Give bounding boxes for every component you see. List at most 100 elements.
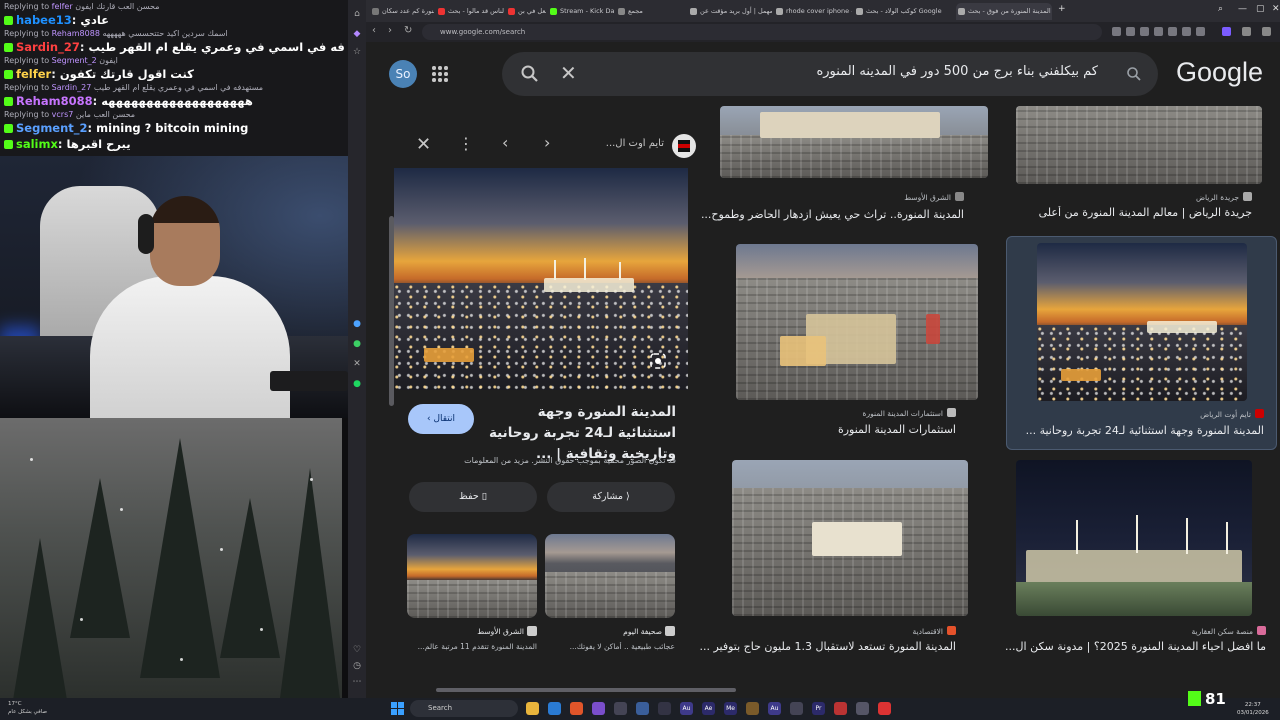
browser-tab[interactable]: كوكب الولاد - بحث Google [854, 3, 954, 20]
chat-username[interactable]: habee13 [16, 13, 72, 27]
lens-icon[interactable] [649, 352, 667, 370]
related-image[interactable] [545, 534, 675, 618]
result-card-selected[interactable]: تايم أوت الرياض المدينة المنورة وجهة است… [1006, 236, 1277, 450]
search-icon[interactable] [520, 64, 540, 84]
sidebar-heart-icon[interactable]: ♡ [351, 644, 363, 656]
chevron-left-icon[interactable]: ‹ [502, 133, 508, 152]
minimize-icon[interactable]: — [1238, 4, 1247, 14]
related-image-card[interactable]: صحيفة اليوم عجائب طبيعية .. أماكن لا يفو… [545, 534, 675, 654]
app-icon[interactable] [636, 702, 649, 715]
sidebar-whatsapp-icon[interactable]: ● [351, 338, 363, 350]
account-avatar[interactable]: So [389, 60, 417, 88]
search-icon[interactable] [1126, 66, 1142, 82]
result-card[interactable]: الشرق الأوسط المدينة المنورة.. تراث حي ي… [701, 100, 994, 230]
media-encoder-icon[interactable]: Me [724, 702, 737, 715]
vscode-icon[interactable] [548, 702, 561, 715]
horizontal-scrollbar[interactable] [436, 688, 736, 692]
chevron-right-icon[interactable]: › [544, 133, 550, 152]
related-image-card[interactable]: الشرق الأوسط المدينة المنورة تتقدم 11 مر… [407, 534, 537, 654]
visual-studio-icon[interactable] [592, 702, 605, 715]
extension-icon[interactable] [1196, 27, 1205, 36]
result-source[interactable]: استثمارات المدينة المنورة [863, 408, 956, 418]
extension-icon[interactable] [1168, 27, 1177, 36]
apps-grid-icon[interactable] [432, 66, 448, 82]
result-image[interactable] [732, 460, 968, 616]
weather-widget[interactable]: 17°C صافي بشكل عام [8, 700, 47, 716]
close-window-icon[interactable]: ✕ [1272, 4, 1280, 14]
preview-image[interactable] [394, 168, 688, 390]
result-caption[interactable]: ما افضل احياء المدينة المنورة 2025؟ | مد… [1006, 640, 1266, 653]
search-bar[interactable]: ✕ كم بيكلفني بناء برج من 500 دور في المد… [502, 52, 1158, 96]
sidebar-history-icon[interactable]: ◷ [351, 660, 363, 672]
chat-username[interactable]: salimx [16, 137, 58, 151]
result-card[interactable]: منصة سكن العقارية ما افضل احياء المدينة … [1006, 458, 1278, 664]
result-image[interactable] [1037, 243, 1247, 401]
related-caption[interactable]: عجائب طبيعية .. أماكن لا يفوتك... [545, 642, 675, 651]
share-button[interactable]: ⟨ مشاركة [547, 482, 675, 512]
app-icon[interactable] [746, 702, 759, 715]
browser-tab[interactable]: مهمل | أول بريد مؤقت عن [688, 3, 772, 20]
url-field[interactable]: www.google.com/search [422, 24, 1102, 40]
sidebar-more-icon[interactable]: ⋯ [351, 676, 363, 688]
audition-icon[interactable]: Au [768, 702, 781, 715]
back-icon[interactable]: ‹ [372, 25, 376, 36]
browser-tab[interactable]: rhode cover iphone - بحث [774, 3, 852, 20]
browser-tab[interactable]: مجمع [616, 3, 686, 20]
app-icon[interactable] [856, 702, 869, 715]
profile-icon[interactable] [1242, 27, 1251, 36]
forward-icon[interactable]: › [388, 25, 392, 36]
visit-button[interactable]: ‹ انتقال [408, 404, 474, 434]
result-source[interactable]: الاقتصادية [913, 626, 956, 636]
audition-icon[interactable]: Au [680, 702, 693, 715]
extension-icon[interactable] [1222, 27, 1231, 36]
app-icon[interactable] [790, 702, 803, 715]
result-image[interactable] [736, 244, 978, 400]
google-logo[interactable]: Google [1176, 57, 1263, 88]
taskbar-clock[interactable]: 22:37 03/01/2026 [1237, 701, 1269, 717]
result-caption[interactable]: المدينة المنورة وجهة استثنائية لـ24 تجرب… [1014, 424, 1264, 437]
brave-icon[interactable] [570, 702, 583, 715]
browser-tab[interactable]: السعودية تبدأ بالفعل في بن [506, 3, 546, 20]
result-caption[interactable]: المدينة المنورة تستعد لاستقبال 1.3 مليون… [686, 640, 956, 653]
preview-scrollbar[interactable] [389, 216, 394, 406]
reload-icon[interactable]: ↻ [404, 25, 412, 36]
taskbar-search[interactable]: Search [410, 700, 518, 717]
app-icon[interactable] [614, 702, 627, 715]
result-image[interactable] [1016, 106, 1262, 184]
app-icon[interactable] [878, 702, 891, 715]
result-caption[interactable]: استثمارات المدينة المنورة [726, 423, 956, 436]
result-source[interactable]: تايم أوت الرياض [1200, 409, 1264, 419]
extension-icon[interactable] [1112, 27, 1121, 36]
opera-icon[interactable] [834, 702, 847, 715]
sidebar-extension-icon[interactable]: ◆ [351, 28, 363, 40]
chat-username[interactable]: Segment_2 [16, 121, 88, 135]
browser-tab[interactable]: المدينة المنورة كم عدد سكان... [370, 3, 434, 20]
menu-icon[interactable] [1262, 27, 1271, 36]
chat-username[interactable]: felfer [16, 67, 51, 81]
extension-icon[interactable] [1126, 27, 1135, 36]
chat-username[interactable]: Reham8088 [16, 94, 93, 108]
premiere-icon[interactable]: Pr [812, 702, 825, 715]
clear-search-icon[interactable]: ✕ [560, 63, 577, 83]
app-icon[interactable] [658, 702, 671, 715]
result-card[interactable]: استثمارات المدينة المنورة استثمارات المد… [718, 240, 994, 448]
extension-icon[interactable] [1140, 27, 1149, 36]
extension-icon[interactable] [1154, 27, 1163, 36]
result-caption[interactable]: المدينة المنورة.. تراث حي يعيش ازدهار ال… [694, 208, 964, 221]
after-effects-icon[interactable]: Ae [702, 702, 715, 715]
sidebar-spotify-icon[interactable]: ● [351, 378, 363, 390]
sidebar-home-icon[interactable]: ⌂ [351, 8, 363, 20]
result-source[interactable]: جريدة الرياض [1196, 192, 1252, 202]
maximize-icon[interactable]: ▢ [1256, 4, 1265, 14]
result-image[interactable] [1016, 460, 1252, 616]
result-source[interactable]: الشرق الأوسط [904, 192, 964, 202]
related-image[interactable] [407, 534, 537, 618]
sidebar-star-icon[interactable]: ☆ [351, 46, 363, 58]
new-tab-icon[interactable]: + [1058, 4, 1066, 14]
result-card[interactable]: الاقتصادية المدينة المنورة تستعد لاستقبا… [699, 458, 994, 664]
result-image[interactable] [720, 106, 988, 178]
preview-source-name[interactable]: تايم أوت ال... [584, 138, 664, 149]
chat-username[interactable]: Sardin_27 [16, 40, 80, 54]
source-logo[interactable] [672, 134, 696, 158]
sidebar-x-icon[interactable]: ✕ [351, 358, 363, 370]
